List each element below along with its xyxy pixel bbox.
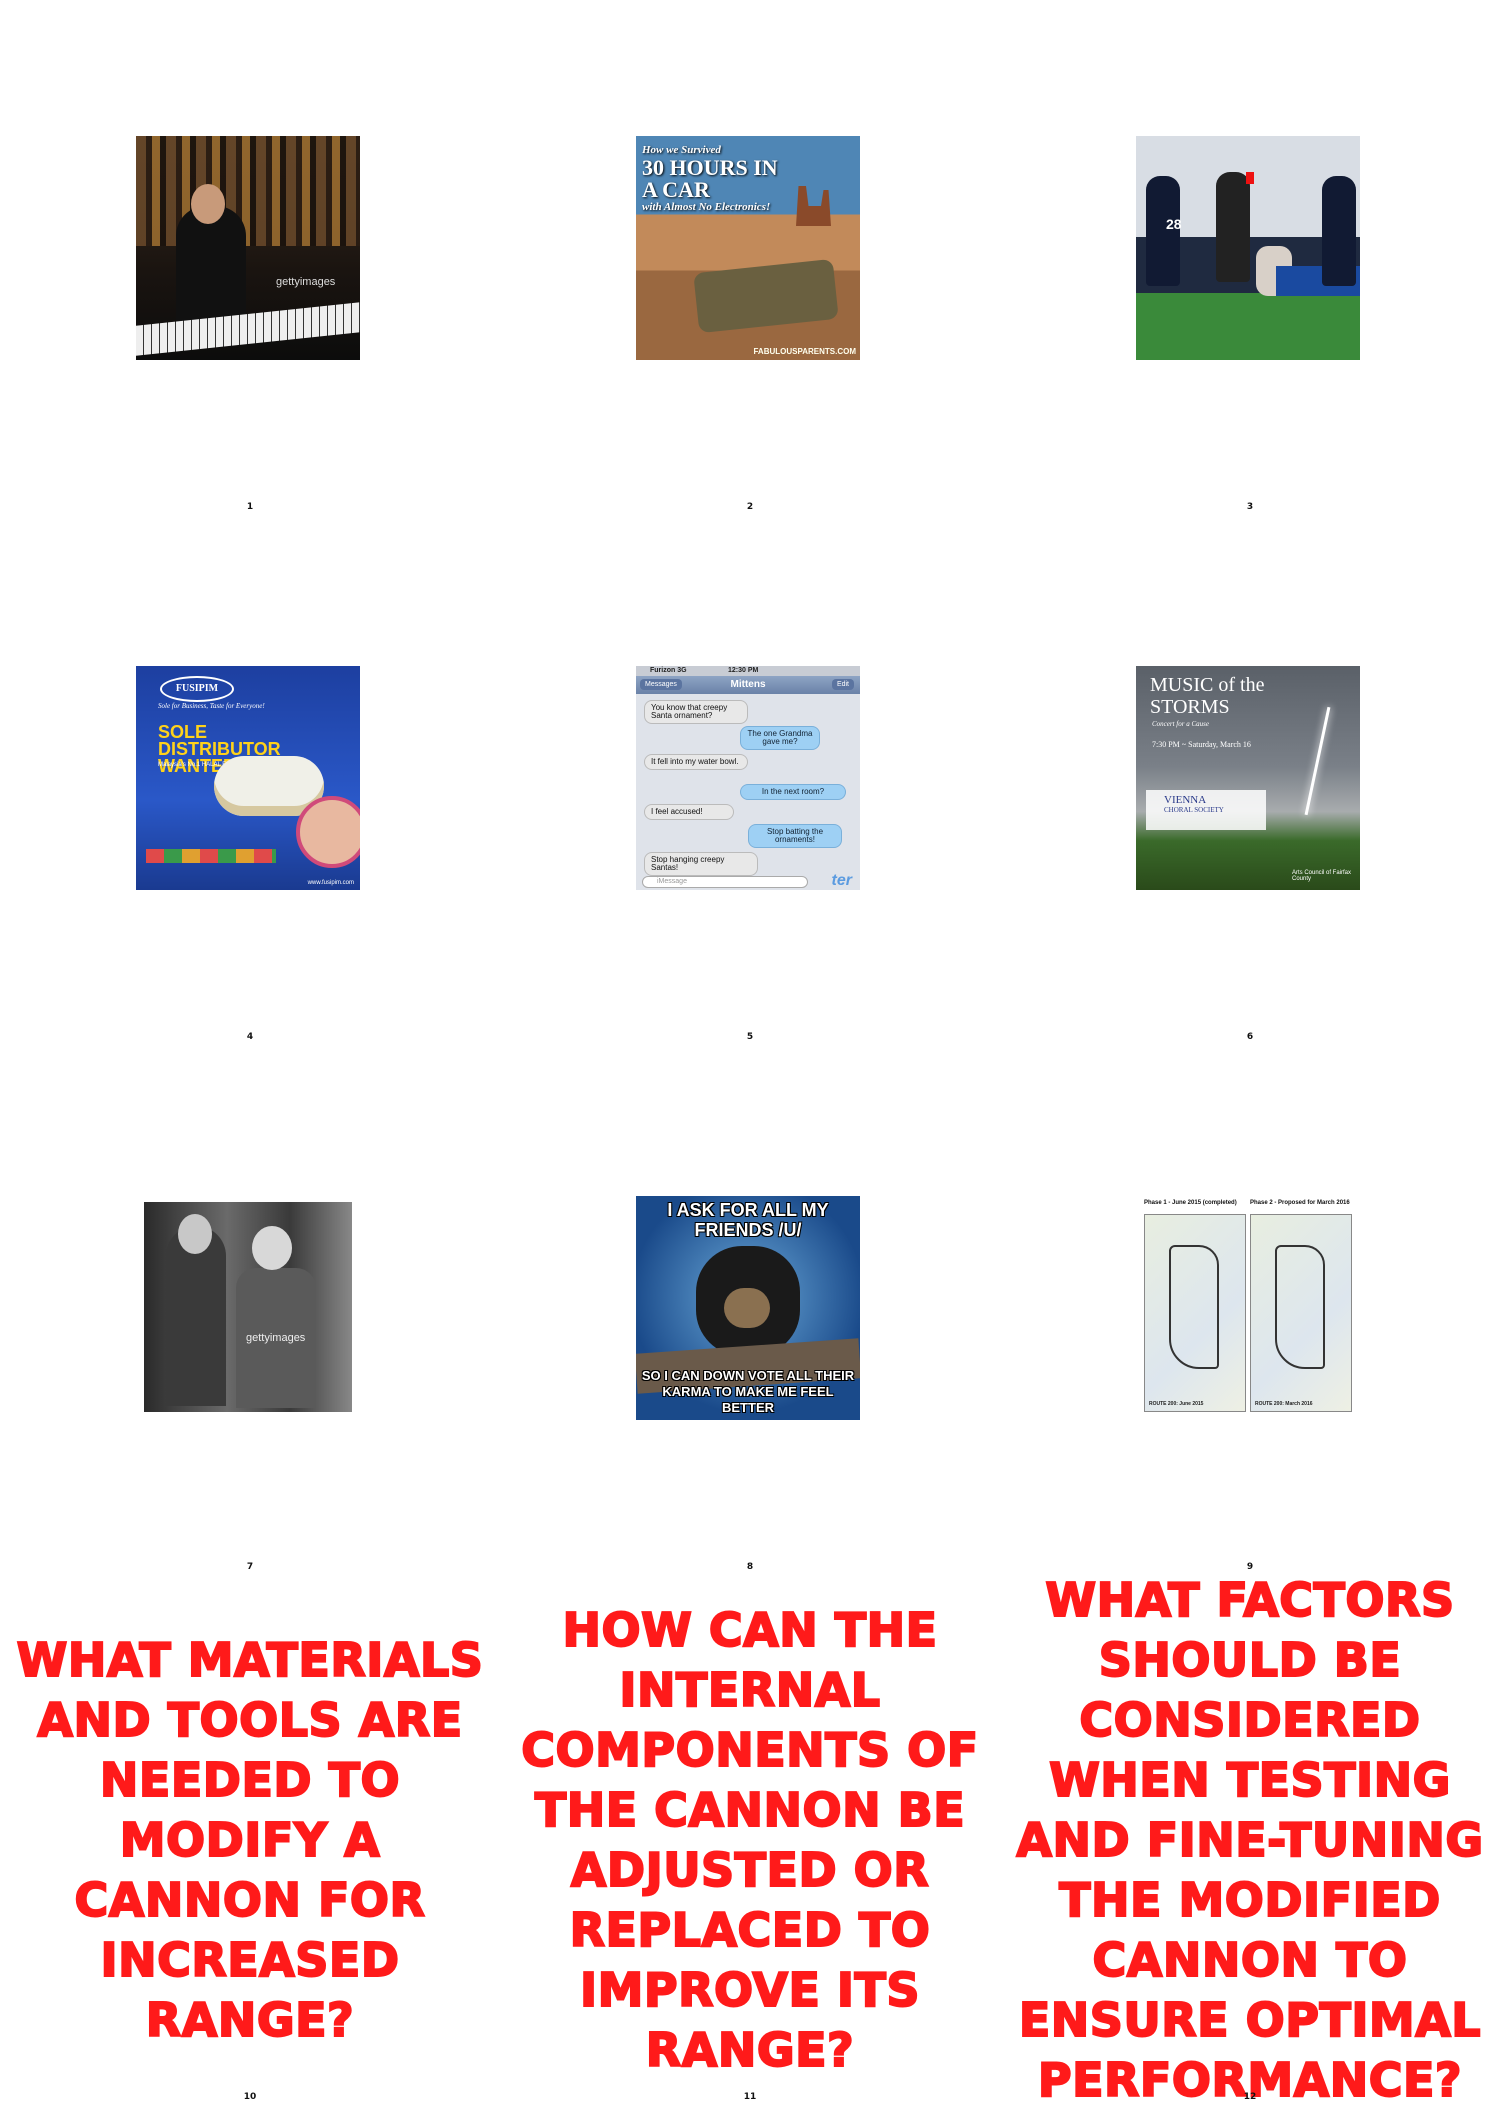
contact-name: Mittens	[730, 679, 766, 690]
grid-cell-6: MUSIC of the STORMS Concert for a Cause …	[1000, 530, 1500, 1060]
man-head	[252, 1226, 292, 1270]
cell-number: 5	[746, 1032, 754, 1042]
message-bubble: It fell into my water bowl.	[644, 754, 748, 770]
map-left-label: ROUTE 200: June 2015	[1149, 1401, 1204, 1407]
wrecked-car	[693, 258, 839, 334]
food-advert: FUSIPIM Sole for Business, Taste for Eve…	[136, 666, 360, 890]
jersey-number: 28	[1166, 216, 1182, 232]
grid-cell-3: 28 3	[1000, 0, 1500, 530]
meme-top-text: I ASK FOR ALL MY FRIENDS /U/	[667, 1200, 829, 1240]
grid-cell-9: Phase 1 - June 2015 (completed) Phase 2 …	[1000, 1060, 1500, 1590]
question-text-content: WHAT MATERIALS AND TOOLS ARE NEEDED TO M…	[16, 1632, 484, 2048]
cell-number: 1	[246, 502, 254, 512]
grid-cell-11: HOW CAN THE INTERNAL COMPONENTS OF THE C…	[500, 1590, 1000, 2120]
grid-cell-5: Furizon 3G 12:30 PM Messages Mittens Edi…	[500, 530, 1000, 1060]
cell-number: 3	[1246, 502, 1254, 512]
text-message-screenshot: Furizon 3G 12:30 PM Messages Mittens Edi…	[636, 666, 860, 890]
route-maps: Phase 1 - June 2015 (completed) Phase 2 …	[1136, 1196, 1360, 1420]
girl-photo	[296, 796, 360, 868]
map-left: ROUTE 200: June 2015	[1144, 1214, 1246, 1412]
bear-snout	[724, 1288, 770, 1328]
grid-cell-1: gettyimages 1	[0, 0, 500, 530]
advert-url: www.fusipim.com	[307, 880, 354, 886]
grid-cell-8: I ASK FOR ALL MY FRIENDS /U/ SO I CAN DO…	[500, 1060, 1000, 1590]
map-right-title: Phase 2 - Proposed for March 2016	[1250, 1200, 1350, 1206]
cell-number: 2	[746, 502, 754, 512]
route-outline	[1169, 1245, 1219, 1369]
photo-site: FABULOUSPARENTS.COM	[753, 347, 856, 356]
map-right-label: ROUTE 200: March 2016	[1255, 1401, 1313, 1407]
route-outline	[1275, 1245, 1325, 1369]
nav-bar: Messages Mittens Edit	[636, 676, 860, 694]
cell-number: 4	[246, 1032, 254, 1042]
brand-mark: ter	[831, 872, 852, 889]
photo-subtitle-bottom: with Almost No Electronics!	[642, 201, 771, 213]
brand-tagline: Sole for Business, Taste for Everyone!	[158, 702, 265, 710]
cell-number: 6	[1246, 1032, 1254, 1042]
cell-number: 10	[243, 2092, 257, 2102]
question-text: WHAT MATERIALS AND TOOLS ARE NEEDED TO M…	[0, 1590, 500, 2090]
status-bar: Furizon 3G 12:30 PM	[636, 666, 860, 676]
lightning-bolt	[1304, 706, 1331, 816]
grid-cell-4: FUSIPIM Sole for Business, Taste for Eve…	[0, 530, 500, 1060]
vintage-bw-photo: gettyimages	[136, 1196, 360, 1420]
poster-line-2: 7:30 PM ~ Saturday, March 16	[1152, 740, 1251, 749]
poster-title: MUSIC of the STORMS	[1150, 674, 1265, 718]
desert-car-photo: How we Survived 30 HOURS IN A CAR with A…	[636, 136, 860, 360]
question-text: HOW CAN THE INTERNAL COMPONENTS OF THE C…	[500, 1590, 1000, 2090]
mesa-rock	[796, 186, 831, 226]
grid-cell-2: How we Survived 30 HOURS IN A CAR with A…	[500, 0, 1000, 530]
performer-head	[191, 184, 225, 224]
guitar-wall	[136, 136, 360, 246]
photo-headline: 30 HOURS IN A CAR	[642, 155, 778, 202]
cell-number: 8	[746, 1562, 754, 1572]
message-bubble: The one Grandma gave me?	[740, 726, 820, 750]
referee	[1216, 172, 1250, 282]
message-bubble: I feel accused!	[644, 804, 734, 820]
org-subname: CHORAL SOCIETY	[1164, 806, 1224, 814]
question-text-content: WHAT FACTORS SHOULD BE CONSIDERED WHEN T…	[1015, 1572, 1484, 2108]
product-strip	[146, 849, 276, 863]
football-referee-photo: 28	[1136, 136, 1360, 360]
photo-title: How we Survived 30 HOURS IN A CAR with A…	[642, 144, 782, 214]
message-bubble: Stop hanging creepy Santas!	[644, 852, 758, 876]
meme-bottom-text: SO I CAN DOWN VOTE ALL THEIR KARMA TO MA…	[641, 1368, 855, 1415]
brand-logo: FUSIPIM	[160, 676, 234, 702]
clock: 12:30 PM	[728, 667, 759, 674]
carrier: Furizon 3G	[650, 667, 687, 674]
sponsor-name: Arts Council of Fairfax County	[1292, 870, 1352, 882]
grid-cell-12: WHAT FACTORS SHOULD BE CONSIDERED WHEN T…	[1000, 1572, 1500, 2120]
message-bubble: In the next room?	[740, 784, 846, 800]
grid-cell-10: WHAT MATERIALS AND TOOLS ARE NEEDED TO M…	[0, 1590, 500, 2120]
watermark: gettyimages	[246, 1332, 306, 1344]
org-name: VIENNA	[1164, 794, 1207, 806]
question-text: WHAT FACTORS SHOULD BE CONSIDERED WHEN T…	[1000, 1572, 1500, 2108]
woman-head	[178, 1214, 212, 1254]
message-input: iMessage	[642, 876, 808, 888]
red-card	[1246, 172, 1254, 184]
watermark: gettyimages	[276, 276, 336, 288]
confession-bear-meme: I ASK FOR ALL MY FRIENDS /U/ SO I CAN DO…	[636, 1196, 860, 1420]
cell-number: 12	[1243, 2092, 1257, 2102]
question-text-content: HOW CAN THE INTERNAL COMPONENTS OF THE C…	[520, 1602, 979, 2078]
cell-number: 11	[743, 2092, 757, 2102]
map-right: ROUTE 200: March 2016	[1250, 1214, 1352, 1412]
keyboard	[136, 302, 360, 356]
message-bubble: You know that creepy Santa ornament?	[644, 700, 748, 724]
cell-number: 7	[246, 1562, 254, 1572]
player-right	[1322, 176, 1356, 286]
map-left-title: Phase 1 - June 2015 (completed)	[1144, 1200, 1237, 1206]
poster-line-1: Concert for a Cause	[1152, 720, 1209, 728]
musician-photo: gettyimages	[136, 136, 360, 360]
concert-poster: MUSIC of the STORMS Concert for a Cause …	[1136, 666, 1360, 890]
grid-cell-7: gettyimages 7	[0, 1060, 500, 1590]
edit-button: Edit	[831, 679, 854, 690]
message-bubble: Stop batting the ornaments!	[748, 824, 842, 848]
